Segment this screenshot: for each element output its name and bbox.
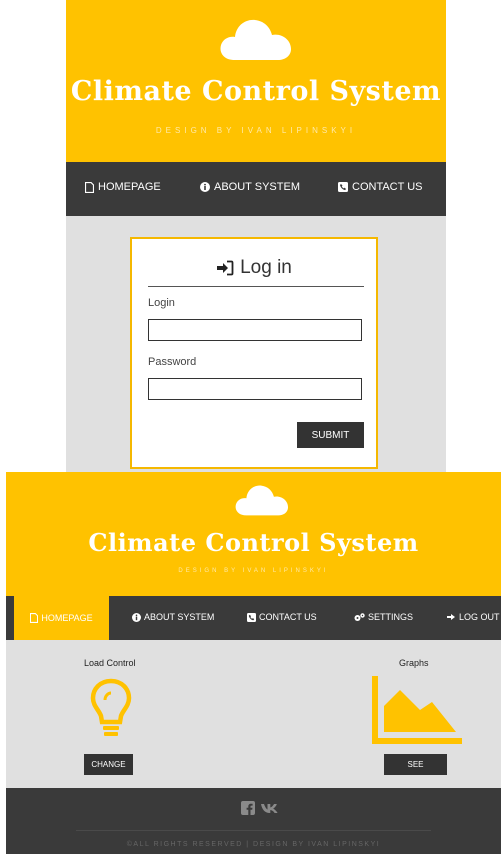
nav-about-system-label: ABOUT SYSTEM bbox=[214, 181, 300, 193]
nav-settings[interactable]: SETTINGS bbox=[354, 612, 413, 622]
login-label: Login bbox=[148, 297, 175, 309]
nav-about-system[interactable]: ABOUT SYSTEM bbox=[200, 181, 300, 193]
nav-homepage-label: HOMEPAGE bbox=[41, 613, 93, 623]
sign-out-icon bbox=[447, 614, 455, 620]
login-title-text: Log in bbox=[240, 257, 292, 278]
login-form-title: Log in bbox=[132, 257, 376, 279]
divider bbox=[148, 286, 364, 287]
nav-log-out[interactable]: LOG OUT bbox=[447, 612, 500, 622]
info-icon bbox=[132, 612, 141, 622]
login-screen: Climate Control System DESIGN BY IVAN LI… bbox=[66, 0, 446, 472]
password-label: Password bbox=[148, 356, 197, 368]
dashboard-screen: Climate Control System DESIGN BY IVAN LI… bbox=[6, 472, 501, 854]
login-input[interactable] bbox=[148, 319, 362, 341]
password-input[interactable] bbox=[148, 378, 362, 400]
phone-icon bbox=[247, 612, 256, 622]
copyright-text: ©ALL RIGHTS RESERVED | DESIGN BY IVAN LI… bbox=[126, 841, 381, 848]
nav-homepage[interactable]: HOMEPAGE bbox=[14, 596, 109, 640]
gears-icon bbox=[354, 612, 365, 621]
phone-icon bbox=[338, 182, 348, 192]
nav-log-out-label: LOG OUT bbox=[459, 612, 500, 622]
site-title: Climate Control System bbox=[70, 76, 442, 107]
see-button[interactable]: SEE bbox=[384, 754, 447, 775]
file-icon bbox=[30, 613, 39, 623]
file-icon bbox=[85, 181, 94, 193]
nav-contact-us[interactable]: CONTACT US bbox=[247, 612, 317, 622]
dashboard-content: Load Control CHANGE Graphs SEE bbox=[6, 640, 501, 788]
footer: ©ALL RIGHTS RESERVED | DESIGN BY IVAN LI… bbox=[6, 788, 501, 854]
nav-contact-us-label: CONTACT US bbox=[259, 612, 317, 622]
site-title: Climate Control System bbox=[88, 528, 419, 557]
nav-settings-label: SETTINGS bbox=[368, 612, 414, 622]
divider bbox=[76, 830, 431, 831]
nav-homepage-label: HOMEPAGE bbox=[98, 181, 161, 193]
nav-contact-us[interactable]: CONTACT US bbox=[338, 181, 423, 193]
load-control-title: Load Control bbox=[84, 658, 136, 668]
info-icon bbox=[200, 182, 210, 192]
sign-in-icon bbox=[217, 260, 234, 276]
site-header: Climate Control System DESIGN BY IVAN LI… bbox=[66, 0, 446, 162]
site-subtitle: DESIGN BY IVAN LIPINSKYI bbox=[178, 568, 329, 574]
site-header: Climate Control System DESIGN BY IVAN LI… bbox=[6, 472, 501, 596]
cloud-icon bbox=[220, 19, 291, 60]
area-chart-icon bbox=[372, 676, 462, 744]
nav-about-system-label: ABOUT SYSTEM bbox=[144, 612, 215, 622]
nav-contact-us-label: CONTACT US bbox=[352, 181, 423, 193]
nav-homepage[interactable]: HOMEPAGE bbox=[85, 181, 161, 193]
site-subtitle: DESIGN BY IVAN LIPINSKYI bbox=[155, 126, 357, 135]
main-nav: HOMEPAGE ABOUT SYSTEM CONTACT US bbox=[66, 162, 446, 216]
login-form: Log in Login Password SUBMIT bbox=[130, 237, 378, 469]
vk-icon[interactable] bbox=[260, 803, 279, 814]
submit-button[interactable]: SUBMIT bbox=[297, 422, 364, 448]
facebook-icon[interactable] bbox=[241, 801, 255, 815]
change-button[interactable]: CHANGE bbox=[84, 754, 133, 775]
cloud-icon bbox=[235, 485, 289, 516]
nav-about-system[interactable]: ABOUT SYSTEM bbox=[132, 612, 214, 622]
graphs-title: Graphs bbox=[399, 658, 429, 668]
main-nav: HOMEPAGE ABOUT SYSTEM CONTACT US SETTING… bbox=[6, 596, 501, 640]
lightbulb-icon bbox=[90, 678, 132, 736]
